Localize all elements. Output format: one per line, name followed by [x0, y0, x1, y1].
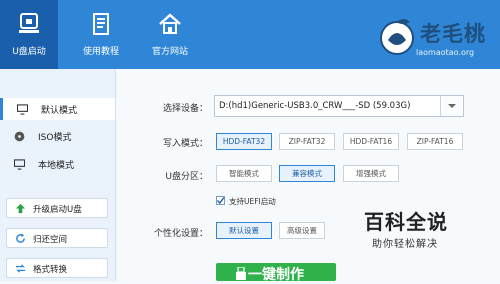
button-label: 升级启动U盘 [33, 205, 82, 215]
brand-logo: 老毛桃 laomaotao.org [376, 8, 494, 64]
personalize-label: 个性化设置： [153, 229, 208, 239]
brand-url: laomaotao.org [416, 48, 475, 57]
format-convert-button[interactable]: 格式转换 [6, 258, 108, 278]
button-label: 格式转换 [33, 265, 68, 275]
refresh-icon [16, 233, 25, 243]
usb-drive-icon [19, 13, 39, 33]
uefi-checkbox[interactable] [216, 196, 225, 205]
advanced-settings-button[interactable]: 高级设置 [279, 222, 325, 239]
nav-usb-boot[interactable]: U盘启动 [0, 0, 58, 69]
partition-compat-mode[interactable]: 兼容模式 [279, 165, 335, 182]
monitor-icon [17, 104, 28, 115]
upload-arrow-icon [15, 203, 26, 214]
nav-tutorial[interactable]: 使用教程 [72, 0, 130, 69]
device-label: 选择设备： [162, 104, 208, 114]
sidebar-item-label: ISO模式 [38, 133, 72, 143]
dropdown-button[interactable] [440, 96, 463, 116]
button-label: 归还空间 [33, 235, 68, 245]
upgrade-usb-button[interactable]: 升级启动U盘 [6, 198, 108, 218]
sidebar-item-label: 默认模式 [41, 106, 78, 116]
nav-label: 官方网站 [151, 47, 188, 57]
one-click-make-button[interactable]: 一键制作 [216, 263, 336, 283]
write-mode-zip-fat16[interactable]: ZIP-FAT16 [407, 133, 463, 150]
nav-website[interactable]: 官方网站 [141, 0, 199, 69]
partition-smart-mode[interactable]: 智能模式 [216, 165, 272, 182]
monitor-icon [14, 159, 25, 170]
peach-logo-icon [380, 19, 414, 55]
watermark-subtitle: 助你轻松解决 [372, 239, 438, 250]
partition-enhanced-mode[interactable]: 增强模式 [343, 165, 399, 182]
convert-icon [15, 264, 26, 273]
write-mode-hdd-fat32[interactable]: HDD-FAT32 [216, 133, 272, 150]
nav-label: U盘启动 [12, 47, 46, 57]
device-select[interactable]: D:(hd1)Generic-USB3.0_CRW___-SD (59.03G) [214, 95, 464, 117]
sidebar-item-label: 本地模式 [38, 161, 75, 171]
sidebar: 默认模式 ISO模式 本地模式 升级启动U盘 归还空间 格式转换 [0, 69, 116, 281]
brand-name: 老毛桃 [420, 22, 486, 46]
write-mode-label: 写入模式： [162, 139, 208, 149]
partition-label: U盘分区： [165, 172, 208, 182]
one-click-make-label: 一键制作 [248, 267, 304, 283]
home-icon [159, 13, 181, 34]
checkmark-icon [216, 197, 225, 205]
write-mode-hdd-fat16[interactable]: HDD-FAT16 [343, 133, 399, 150]
sidebar-item-iso-mode[interactable]: ISO模式 [0, 125, 115, 147]
disc-icon [14, 131, 25, 142]
watermark-title: 百科全说 [364, 210, 448, 234]
nav-label: 使用教程 [82, 47, 119, 57]
top-nav-bar: U盘启动 使用教程 官方网站 老毛桃 laomaotao.org [0, 0, 500, 69]
chevron-down-icon [448, 104, 456, 108]
uefi-label: 支持UEFI启动 [229, 197, 276, 206]
sidebar-item-local-mode[interactable]: 本地模式 [0, 153, 115, 175]
sidebar-item-default-mode[interactable]: 默认模式 [0, 98, 115, 120]
restore-space-button[interactable]: 归还空间 [6, 228, 108, 248]
default-settings-button[interactable]: 默认设置 [216, 222, 272, 239]
write-mode-zip-fat32[interactable]: ZIP-FAT32 [279, 133, 335, 150]
device-value: D:(hd1)Generic-USB3.0_CRW___-SD (59.03G) [219, 101, 411, 111]
book-icon [93, 13, 109, 35]
